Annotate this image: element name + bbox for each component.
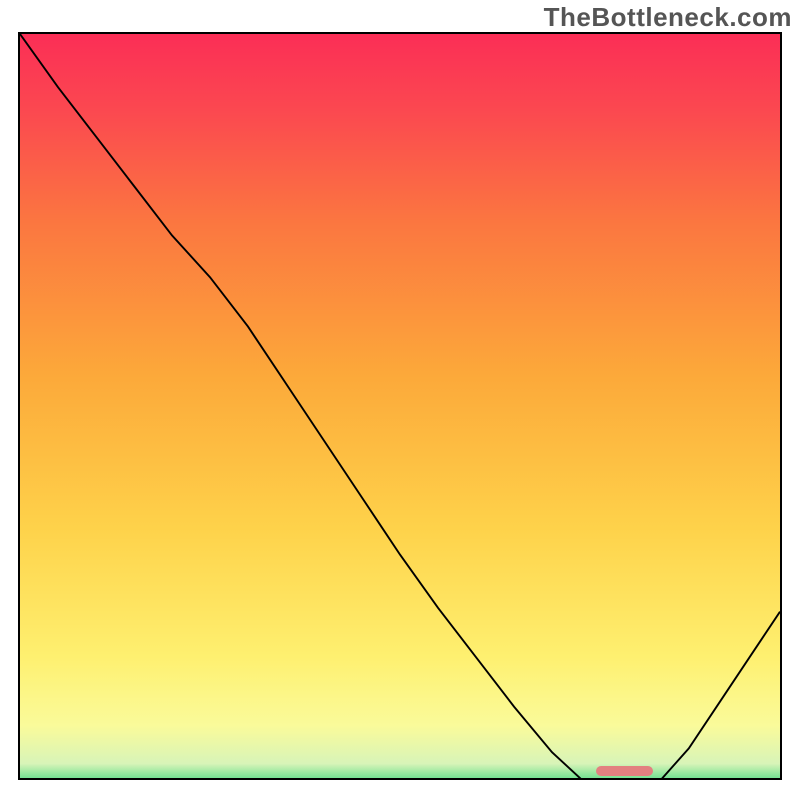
marker-layer xyxy=(20,34,780,778)
chart-area xyxy=(18,32,782,780)
optimal-zone-marker xyxy=(596,766,653,776)
watermark-text: TheBottleneck.com xyxy=(544,2,792,33)
